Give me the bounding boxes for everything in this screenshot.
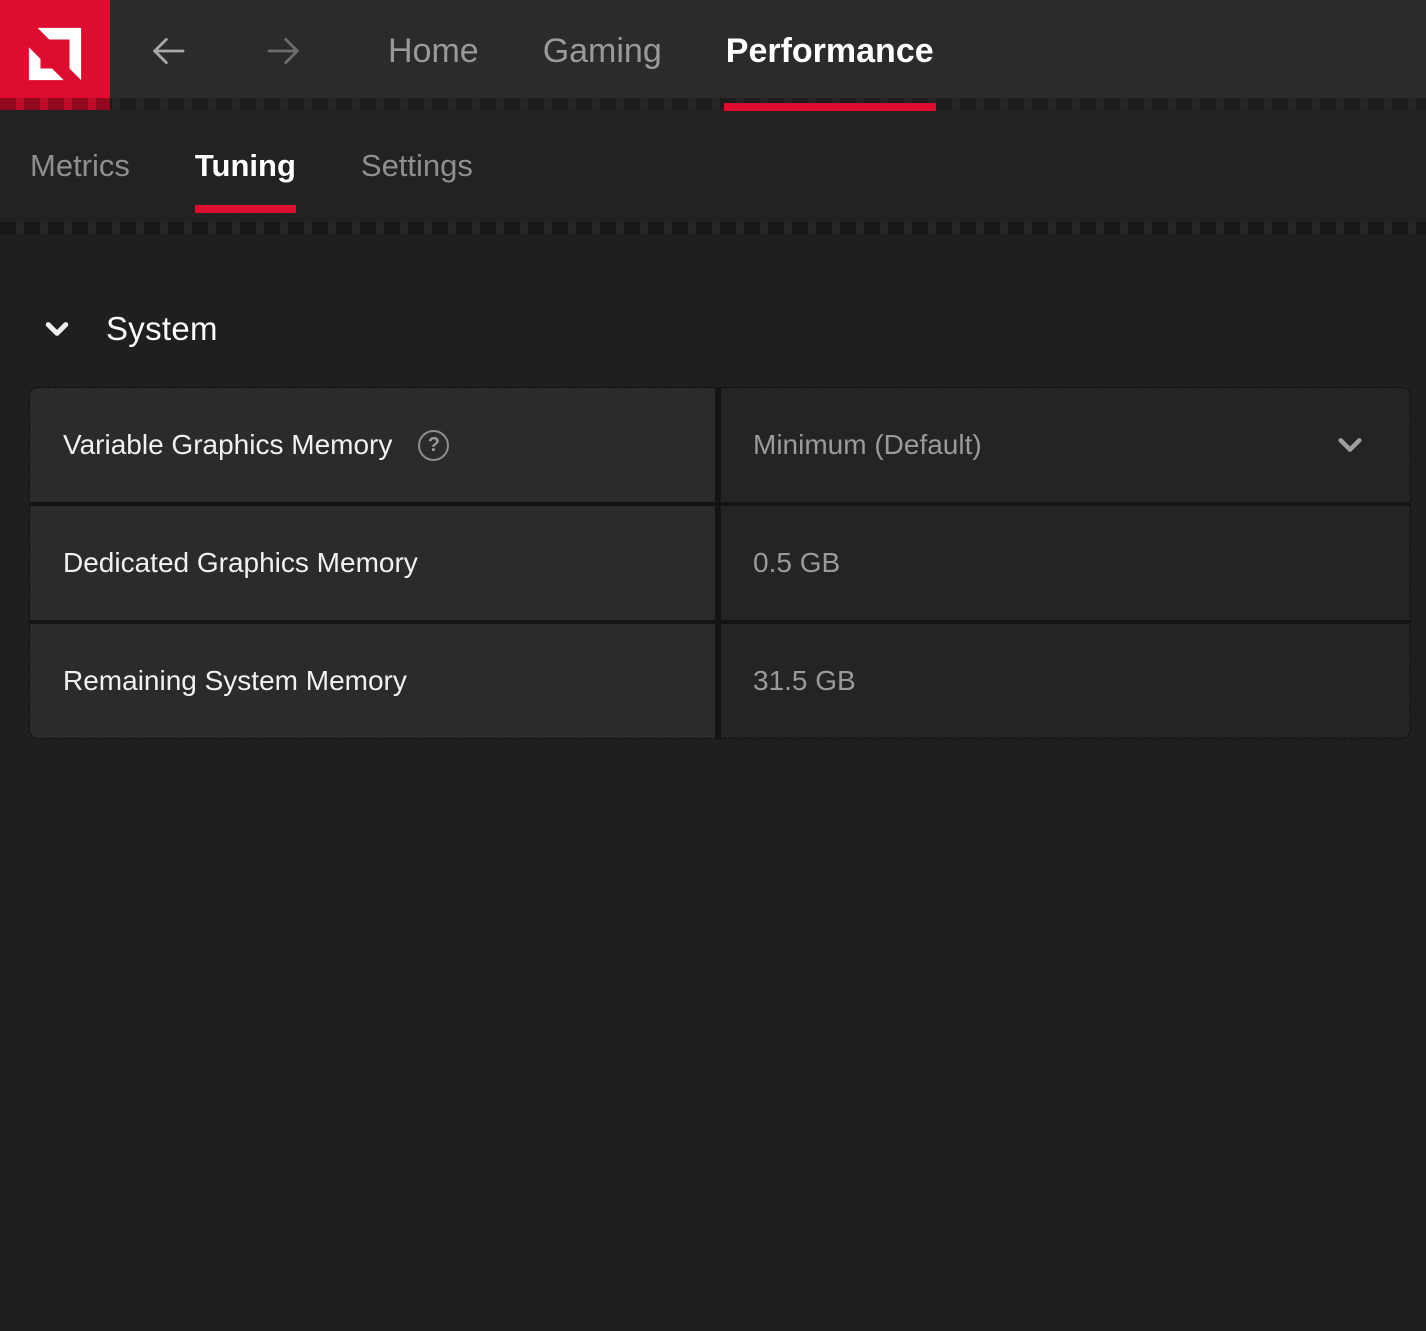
chevron-down-icon bbox=[42, 314, 72, 344]
table-row-dedicated-graphics-memory: Dedicated Graphics Memory 0.5 GB bbox=[30, 506, 1410, 620]
topbar: Home Gaming Performance bbox=[0, 0, 1426, 110]
nav-home[interactable]: Home bbox=[356, 0, 511, 110]
section-title: System bbox=[106, 310, 218, 348]
chevron-down-icon bbox=[1334, 429, 1366, 461]
setting-label-cell: Remaining System Memory bbox=[30, 624, 715, 738]
setting-value: 0.5 GB bbox=[753, 547, 840, 579]
amd-logo bbox=[0, 0, 110, 110]
dedicated-graphics-memory-value: 0.5 GB bbox=[721, 506, 1410, 620]
remaining-system-memory-value: 31.5 GB bbox=[721, 624, 1410, 738]
setting-label: Remaining System Memory bbox=[63, 665, 407, 697]
tab-metrics[interactable]: Metrics bbox=[30, 110, 130, 222]
setting-label-cell: Dedicated Graphics Memory bbox=[30, 506, 715, 620]
tab-tuning[interactable]: Tuning bbox=[195, 110, 296, 222]
setting-label: Dedicated Graphics Memory bbox=[63, 547, 418, 579]
setting-label-cell: Variable Graphics Memory ? bbox=[30, 388, 715, 502]
section-header-system[interactable]: System bbox=[42, 310, 218, 348]
variable-graphics-memory-dropdown[interactable]: Minimum (Default) bbox=[721, 388, 1410, 502]
tab-tuning-label: Tuning bbox=[195, 148, 296, 184]
nav-gaming[interactable]: Gaming bbox=[511, 0, 694, 110]
table-row-variable-graphics-memory: Variable Graphics Memory ? Minimum (Defa… bbox=[30, 388, 1410, 502]
settings-table: Variable Graphics Memory ? Minimum (Defa… bbox=[30, 388, 1410, 738]
back-button[interactable] bbox=[146, 29, 190, 73]
nav-performance[interactable]: Performance bbox=[694, 0, 966, 110]
setting-value: 31.5 GB bbox=[753, 665, 856, 697]
setting-label: Variable Graphics Memory bbox=[63, 429, 392, 461]
tab-settings[interactable]: Settings bbox=[361, 110, 473, 222]
active-tab-underline bbox=[724, 103, 936, 111]
nav-performance-label: Performance bbox=[726, 32, 934, 71]
dropdown-selected-value: Minimum (Default) bbox=[753, 429, 982, 461]
arrow-right-icon bbox=[264, 31, 304, 71]
help-icon[interactable]: ? bbox=[418, 430, 449, 461]
table-row-remaining-system-memory: Remaining System Memory 31.5 GB bbox=[30, 624, 1410, 738]
arrow-left-icon bbox=[148, 31, 188, 71]
forward-button[interactable] bbox=[262, 29, 306, 73]
content: System Variable Graphics Memory ? Minimu… bbox=[0, 234, 1426, 738]
main-nav: Home Gaming Performance bbox=[356, 0, 966, 110]
separator bbox=[0, 222, 1426, 234]
subtab-bar: Metrics Tuning Settings bbox=[0, 110, 1426, 222]
active-subtab-underline bbox=[195, 205, 296, 213]
amd-arrow-icon bbox=[26, 25, 84, 83]
